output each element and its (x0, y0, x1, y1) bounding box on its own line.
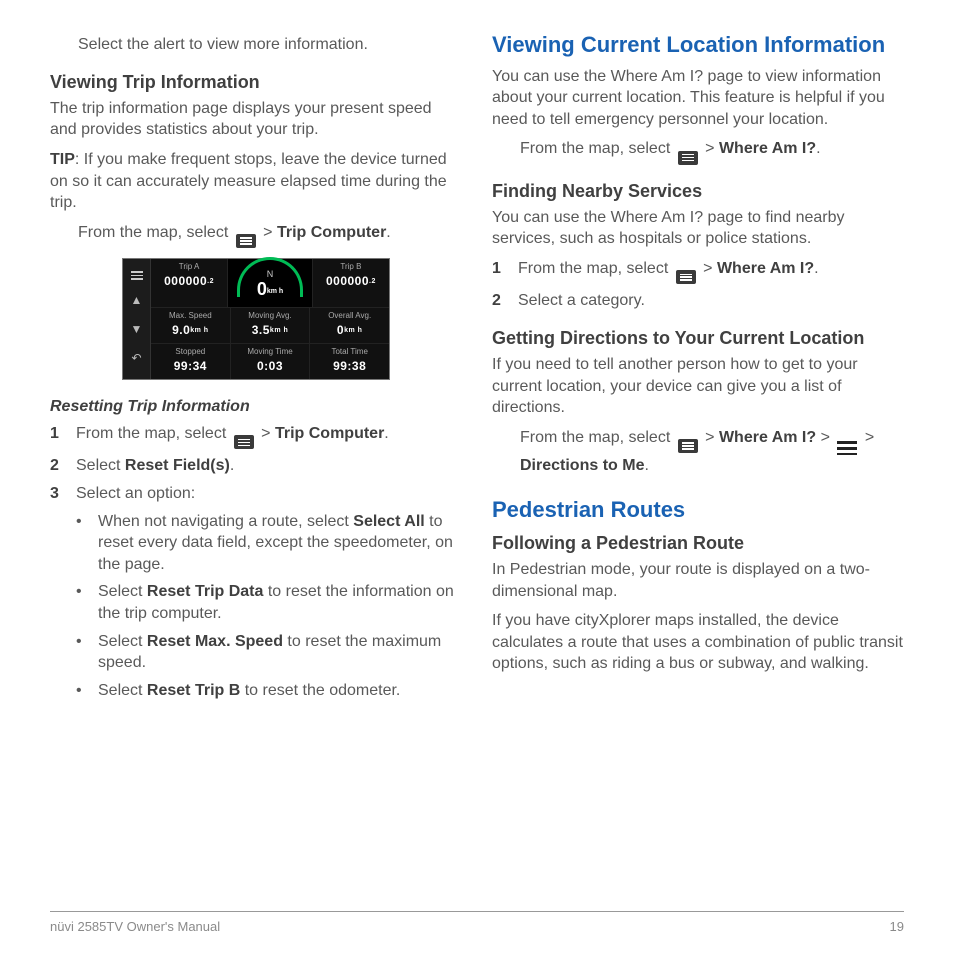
reset-step-1: 1 From the map, select > Trip Computer. (50, 423, 462, 449)
trip-b-cell: Trip B 000000.2 (312, 259, 389, 307)
trip-from-map: From the map, select > Trip Computer. (50, 222, 462, 248)
alert-intro: Select the alert to view more informatio… (50, 34, 462, 56)
directions-from-map: From the map, select > Where Am I? > > D… (492, 427, 904, 477)
reset-step-2: 2 Select Reset Field(s). (50, 455, 462, 477)
follow-p2: If you have cityXplorer maps installed, … (492, 610, 904, 675)
heading-reset: Resetting Trip Information (50, 396, 462, 418)
left-column: Select the alert to view more informatio… (50, 30, 462, 911)
menu-icon (676, 270, 696, 284)
heading-trip-info: Viewing Trip Information (50, 70, 462, 94)
nearby-step-1: 1 From the map, select > Where Am I?. (492, 258, 904, 284)
moving-avg-cell: Moving Avg. 3.5km h (230, 308, 310, 343)
tip-body: : If you make frequent stops, leave the … (50, 151, 447, 211)
location-from-map: From the map, select > Where Am I?. (492, 138, 904, 164)
heading-current-location: Viewing Current Location Information (492, 30, 904, 60)
hamburger-icon (837, 441, 857, 455)
back-icon: ↶ (131, 350, 141, 366)
right-column: Viewing Current Location Information You… (492, 30, 904, 911)
menu-icon (234, 435, 254, 449)
follow-p1: In Pedestrian mode, your route is displa… (492, 559, 904, 602)
heading-follow: Following a Pedestrian Route (492, 531, 904, 555)
stopped-cell: Stopped 99:34 (151, 344, 230, 379)
menu-icon (236, 234, 256, 248)
figure-sidebar: ▲ ▼ ↶ (123, 259, 151, 379)
nearby-desc: You can use the Where Am I? page to find… (492, 207, 904, 250)
page-footer: nüvi 2585TV Owner's Manual 19 (50, 911, 904, 954)
up-icon: ▲ (131, 292, 143, 308)
down-icon: ▼ (131, 321, 143, 337)
trip-info-desc: The trip information page displays your … (50, 98, 462, 141)
speed-cell: N 0km h (227, 259, 312, 307)
menu-icon (131, 271, 143, 280)
reset-bullet: • Select Reset Trip Data to reset the in… (50, 581, 462, 624)
footer-title: nüvi 2585TV Owner's Manual (50, 918, 220, 936)
page-number: 19 (890, 918, 904, 936)
menu-icon (678, 151, 698, 165)
total-time-cell: Total Time 99:38 (309, 344, 389, 379)
reset-bullet: • Select Reset Trip B to reset the odome… (50, 680, 462, 702)
reset-bullet: • When not navigating a route, select Se… (50, 511, 462, 576)
menu-icon (678, 439, 698, 453)
max-speed-cell: Max. Speed 9.0km h (151, 308, 230, 343)
overall-avg-cell: Overall Avg. 0km h (309, 308, 389, 343)
tip-paragraph: TIP: If you make frequent stops, leave t… (50, 149, 462, 214)
reset-bullet: • Select Reset Max. Speed to reset the m… (50, 631, 462, 674)
moving-time-cell: Moving Time 0:03 (230, 344, 310, 379)
heading-directions: Getting Directions to Your Current Locat… (492, 326, 904, 350)
trip-a-cell: Trip A 000000.2 (151, 259, 227, 307)
reset-step-3: 3 Select an option: (50, 483, 462, 505)
nearby-step-2: 2 Select a category. (492, 290, 904, 312)
heading-nearby: Finding Nearby Services (492, 179, 904, 203)
directions-desc: If you need to tell another person how t… (492, 354, 904, 419)
trip-computer-figure: ▲ ▼ ↶ Trip A 000000.2 N (122, 258, 390, 380)
tip-label: TIP (50, 151, 75, 168)
location-desc: You can use the Where Am I? page to view… (492, 66, 904, 131)
heading-pedestrian: Pedestrian Routes (492, 495, 904, 525)
